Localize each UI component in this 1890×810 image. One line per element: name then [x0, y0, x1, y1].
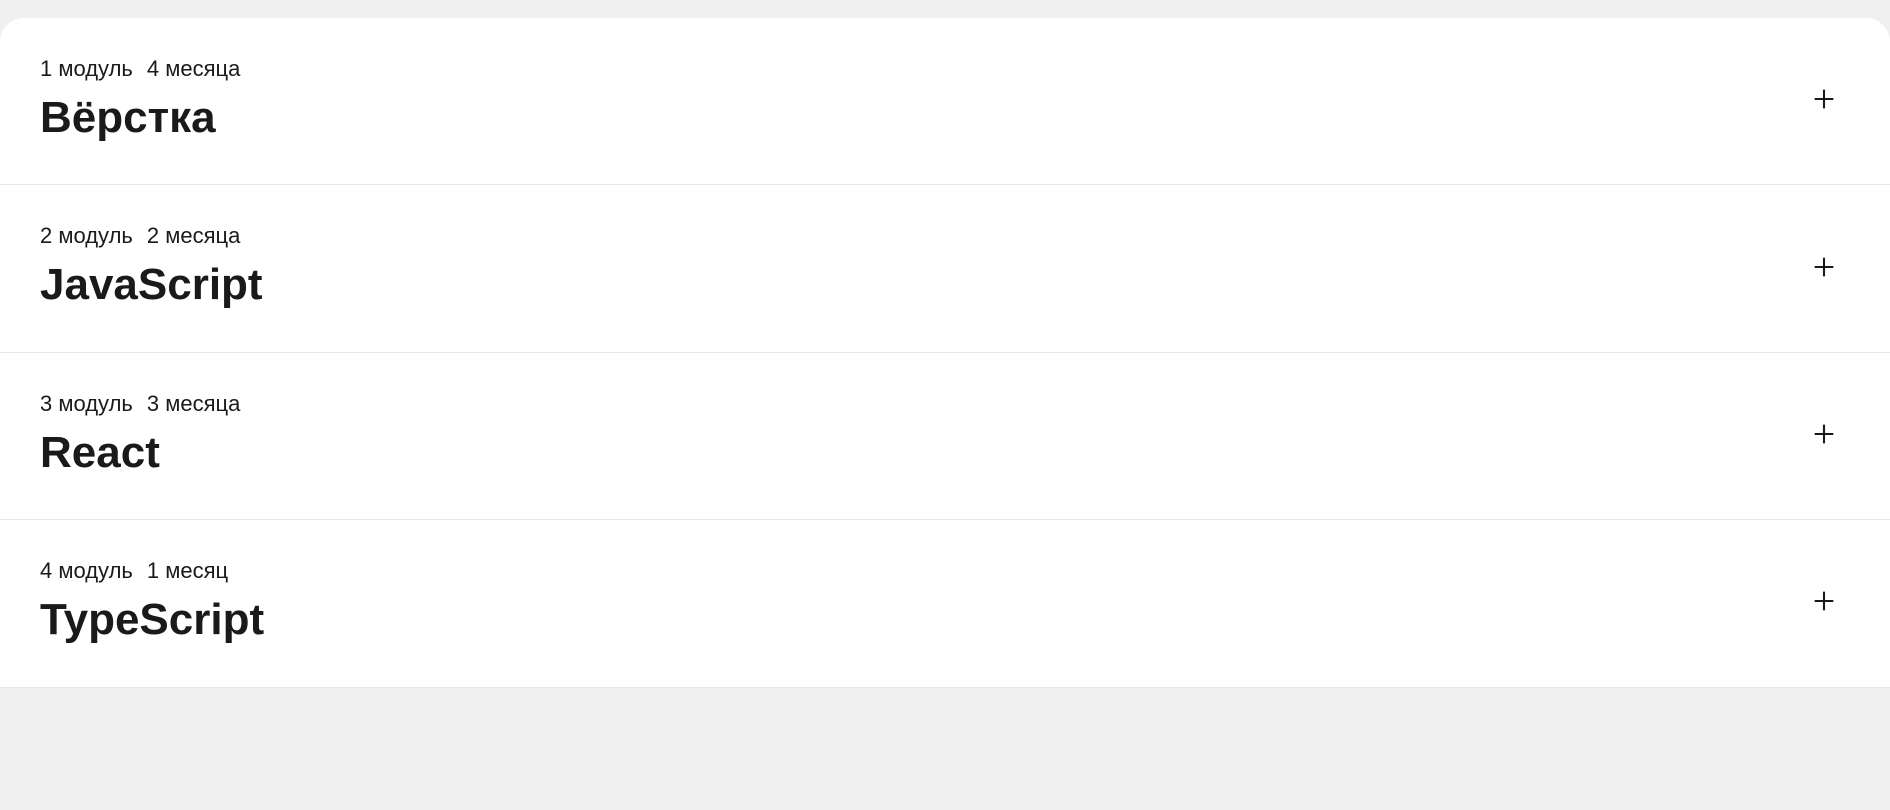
- module-number-label: 2 модуль: [40, 223, 133, 249]
- plus-icon: [1810, 420, 1838, 448]
- module-meta: 3 модуль 3 месяца: [40, 391, 240, 417]
- module-duration-label: 4 месяца: [147, 56, 240, 82]
- module-row-javascript[interactable]: 2 модуль 2 месяца JavaScript: [0, 185, 1890, 352]
- module-row-react[interactable]: 3 модуль 3 месяца React: [0, 353, 1890, 520]
- module-row-typescript[interactable]: 4 модуль 1 месяц TypeScript: [0, 520, 1890, 687]
- module-meta: 2 модуль 2 месяца: [40, 223, 263, 249]
- module-row-verstka[interactable]: 1 модуль 4 месяца Вёрстка: [0, 18, 1890, 185]
- module-title: Вёрстка: [40, 94, 240, 142]
- module-content: 4 модуль 1 месяц TypeScript: [40, 558, 264, 644]
- module-content: 2 модуль 2 месяца JavaScript: [40, 223, 263, 309]
- module-duration-label: 2 месяца: [147, 223, 240, 249]
- module-meta: 4 модуль 1 месяц: [40, 558, 264, 584]
- module-meta: 1 модуль 4 месяца: [40, 56, 240, 82]
- module-title: React: [40, 429, 240, 477]
- plus-icon: [1810, 587, 1838, 615]
- module-content: 3 модуль 3 месяца React: [40, 391, 240, 477]
- plus-icon: [1810, 85, 1838, 113]
- plus-icon: [1810, 253, 1838, 281]
- module-list: 1 модуль 4 месяца Вёрстка 2 модуль 2 мес…: [0, 18, 1890, 688]
- module-title: TypeScript: [40, 596, 264, 644]
- module-content: 1 модуль 4 месяца Вёрстка: [40, 56, 240, 142]
- module-title: JavaScript: [40, 261, 263, 309]
- module-number-label: 1 модуль: [40, 56, 133, 82]
- module-duration-label: 3 месяца: [147, 391, 240, 417]
- module-number-label: 3 модуль: [40, 391, 133, 417]
- module-number-label: 4 модуль: [40, 558, 133, 584]
- module-duration-label: 1 месяц: [147, 558, 228, 584]
